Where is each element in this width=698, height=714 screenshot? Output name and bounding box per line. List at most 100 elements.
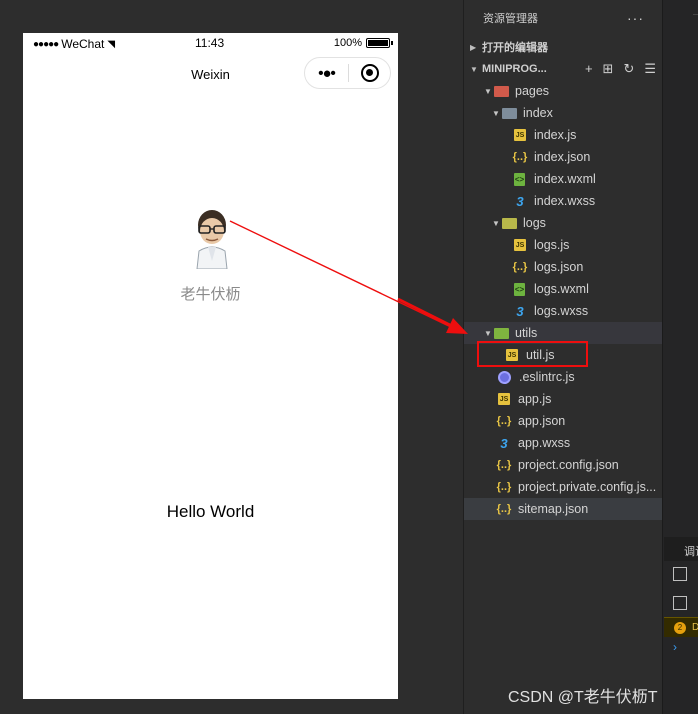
eslint-icon xyxy=(498,370,511,384)
folder-icon xyxy=(494,85,509,97)
tree-item-project-config[interactable]: {..} project.config.json xyxy=(464,454,662,476)
project-section[interactable]: ▼ MINIPROG... + ⊞ ↻ ☰ xyxy=(464,58,662,80)
nickname: 老牛伏枥 xyxy=(180,286,241,303)
debug-panel: 调试 2 D › xyxy=(662,0,698,714)
more-actions-icon[interactable]: ··· xyxy=(627,10,644,26)
wifi-icon: ◥ xyxy=(107,38,116,50)
chevron-down-icon: ▼ xyxy=(492,108,500,118)
tree-item-index-wxss[interactable]: 3 index.wxss xyxy=(464,190,662,212)
console-prompt-icon[interactable]: › xyxy=(673,640,677,654)
json-file-icon: {..} xyxy=(496,503,512,515)
folder-icon xyxy=(502,107,517,119)
tree-item-label: sitemap.json xyxy=(518,502,589,516)
tree-item-logs-wxml[interactable]: <> logs.wxml xyxy=(464,278,662,300)
tree-item-label: logs.json xyxy=(534,260,584,274)
new-file-icon[interactable]: + xyxy=(585,61,593,77)
chevron-right-icon: ▶ xyxy=(470,42,477,52)
tree-item-label: pages xyxy=(515,84,550,98)
phone-simulator: ●●●●● WeChat ◥ 11:43 100% Weixin •●• 老牛伏… xyxy=(23,33,398,699)
tree-item-index-json[interactable]: {..} index.json xyxy=(464,146,662,168)
folder-icon xyxy=(502,217,517,229)
tree-item-label: .eslintrc.js xyxy=(519,370,575,384)
js-file-icon: JS xyxy=(514,239,526,251)
chevron-down-icon: ▼ xyxy=(492,218,500,228)
tree-item-index-js[interactable]: JS index.js xyxy=(464,124,662,146)
json-file-icon: {..} xyxy=(496,415,512,427)
tree-item-app-wxss[interactable]: 3 app.wxss xyxy=(464,432,662,454)
tree-item-label: index xyxy=(523,106,553,120)
chevron-down-icon: ▼ xyxy=(470,64,478,74)
collapse-all-icon[interactable]: ☰ xyxy=(644,61,656,77)
file-tree: ▼ pages ▼ index JS index.js {..} index.j… xyxy=(464,80,662,520)
refresh-icon[interactable]: ↻ xyxy=(623,61,634,77)
user-avatar[interactable] xyxy=(191,207,233,269)
divider xyxy=(693,14,698,15)
wxss-file-icon: 3 xyxy=(516,303,524,319)
warning-icon: 2 xyxy=(674,622,686,634)
tree-item-pages[interactable]: ▼ pages xyxy=(464,80,662,102)
js-file-icon: JS xyxy=(514,129,526,141)
tree-item-label: index.js xyxy=(534,128,577,142)
tree-item-eslintrc[interactable]: .eslintrc.js xyxy=(464,366,662,388)
wxml-file-icon: <> xyxy=(514,282,525,296)
tree-item-app-json[interactable]: {..} app.json xyxy=(464,410,662,432)
clock: 11:43 xyxy=(195,36,225,50)
tree-item-label: app.js xyxy=(518,392,552,406)
chevron-down-icon: ▼ xyxy=(484,86,492,96)
json-file-icon: {..} xyxy=(496,481,512,493)
open-editors-label: 打开的编辑器 xyxy=(482,42,548,54)
tree-item-logs-js[interactable]: JS logs.js xyxy=(464,234,662,256)
tree-item-label: app.wxss xyxy=(518,436,571,450)
tree-item-index[interactable]: ▼ index xyxy=(464,102,662,124)
battery-icon xyxy=(366,38,393,48)
tree-item-label: utils xyxy=(515,326,538,340)
warning-text: D xyxy=(692,622,698,633)
folder-icon xyxy=(494,327,509,339)
tree-item-label: project.private.config.js... xyxy=(518,480,657,494)
signal-dots-icon: ●●●●● xyxy=(33,38,59,50)
tree-item-app-js[interactable]: JS app.js xyxy=(464,388,662,410)
json-file-icon: {..} xyxy=(512,151,528,163)
tree-item-label: app.json xyxy=(518,414,566,428)
tree-item-logs-wxss[interactable]: 3 logs.wxss xyxy=(464,300,662,322)
new-folder-icon[interactable]: ⊞ xyxy=(603,61,614,77)
watermark: CSDN @T老牛伏枥T xyxy=(508,689,658,706)
tree-item-label: project.config.json xyxy=(518,458,619,472)
tree-item-index-wxml[interactable]: <> index.wxml xyxy=(464,168,662,190)
highlight-box xyxy=(477,341,588,367)
hello-text: Hello World xyxy=(166,502,255,521)
more-dots-icon[interactable]: •●• xyxy=(305,65,348,82)
wxml-file-icon: <> xyxy=(514,172,525,186)
close-miniprogram-button[interactable] xyxy=(349,64,390,82)
project-label: MINIPROG... xyxy=(482,63,547,75)
status-bar: ●●●●● WeChat ◥ 11:43 100% xyxy=(23,33,398,53)
tree-item-label: index.wxml xyxy=(534,172,596,186)
explorer-header: 资源管理器 ··· xyxy=(464,0,662,36)
tree-item-label: index.wxss xyxy=(534,194,596,208)
tree-item-label: logs xyxy=(523,216,546,230)
chevron-down-icon: ▼ xyxy=(484,328,492,338)
inspect-icon[interactable] xyxy=(673,567,687,581)
tree-item-logs[interactable]: ▼ logs xyxy=(464,212,662,234)
json-file-icon: {..} xyxy=(496,459,512,471)
tree-item-sitemap[interactable]: {..} sitemap.json xyxy=(464,498,662,520)
tree-item-label: logs.wxml xyxy=(534,282,589,296)
tree-item-label: index.json xyxy=(534,150,591,164)
target-ring-icon xyxy=(360,64,379,82)
wxss-file-icon: 3 xyxy=(500,435,508,451)
open-editors-section[interactable]: ▶ 打开的编辑器 xyxy=(464,36,662,58)
battery-percent: 100% xyxy=(333,37,362,49)
tree-item-logs-json[interactable]: {..} logs.json xyxy=(464,256,662,278)
tree-item-label: logs.js xyxy=(534,238,570,252)
menu-capsule[interactable]: •●• xyxy=(304,57,391,89)
explorer-title: 资源管理器 xyxy=(483,13,538,25)
json-file-icon: {..} xyxy=(512,261,528,273)
tree-item-project-private-config[interactable]: {..} project.private.config.js... xyxy=(464,476,662,498)
carrier-label: WeChat xyxy=(61,37,105,51)
warning-bar: 2 D xyxy=(664,617,698,637)
wxss-file-icon: 3 xyxy=(516,193,524,209)
play-icon[interactable] xyxy=(673,596,687,610)
js-file-icon: JS xyxy=(498,393,510,405)
tab-debugger[interactable]: 调试 xyxy=(664,537,698,561)
tree-item-label: logs.wxss xyxy=(534,304,589,318)
